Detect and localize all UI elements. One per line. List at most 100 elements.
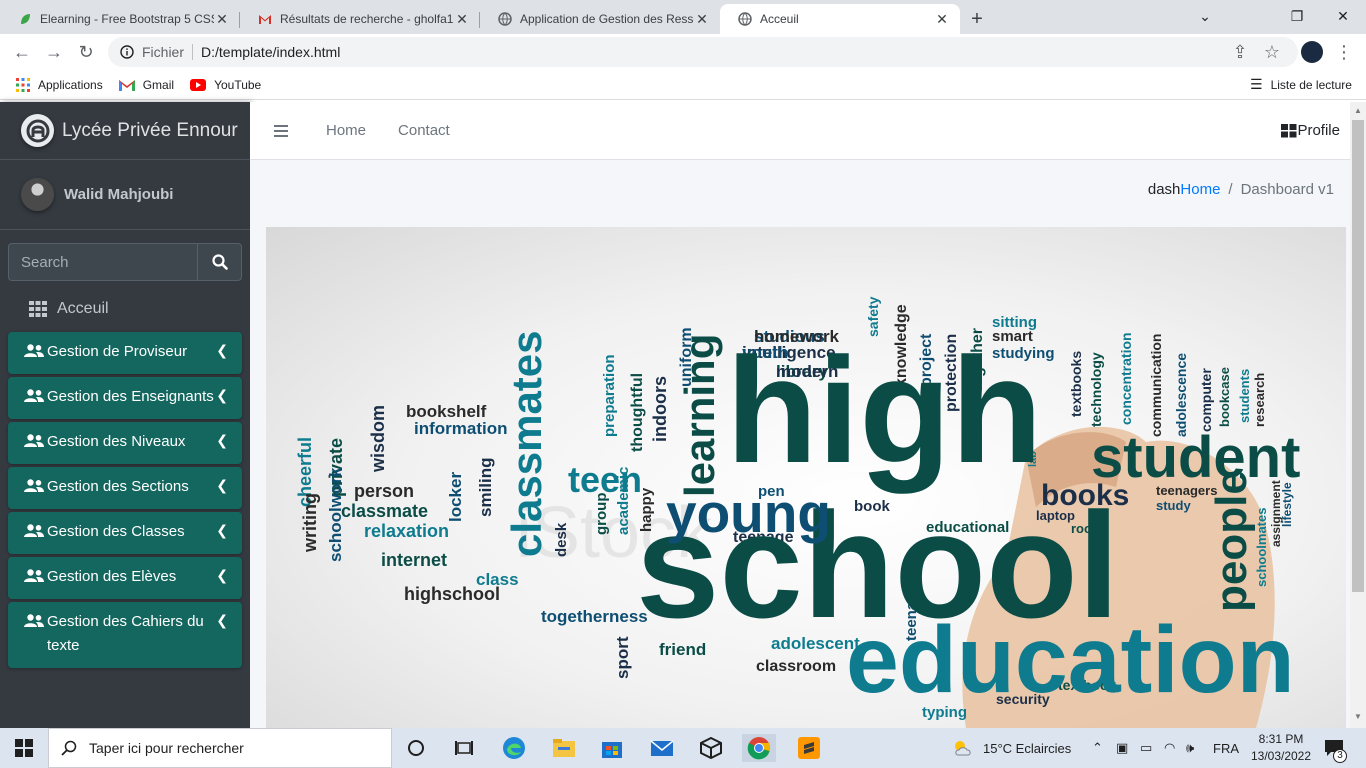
- browser-tab-4[interactable]: Acceuil ✕: [720, 4, 960, 34]
- word-cloud-word: students: [1237, 369, 1252, 423]
- unity-icon[interactable]: [697, 734, 725, 762]
- word-cloud-word: locker: [446, 472, 465, 522]
- word-cloud-word: information: [414, 419, 508, 438]
- mail-icon[interactable]: [648, 734, 676, 762]
- windows-start-icon[interactable]: [10, 734, 38, 762]
- edge-icon[interactable]: [500, 734, 528, 762]
- nav-link-home[interactable]: Home: [326, 122, 366, 139]
- reload-icon[interactable]: ↻: [70, 36, 102, 68]
- browser-tab-3[interactable]: Application de Gestion des Resso ✕: [480, 4, 720, 34]
- scrollbar[interactable]: ▲ ▼: [1350, 102, 1366, 728]
- bookmark-label: YouTube: [214, 77, 262, 92]
- word-cloud-word: relaxation: [364, 521, 449, 541]
- users-icon: [24, 614, 44, 627]
- close-window-button[interactable]: ✕: [1320, 0, 1366, 32]
- star-icon[interactable]: ☆: [1256, 36, 1288, 68]
- word-cloud-word: technology: [1088, 352, 1104, 427]
- tray-chevron-up-icon[interactable]: ⌃: [1092, 728, 1103, 768]
- word-cloud-word: classroom: [756, 658, 836, 675]
- close-icon[interactable]: ✕: [694, 11, 710, 28]
- word-cloud: iStock studiousintelligencelibrarysafety…: [295, 296, 1300, 728]
- tray-volume-icon[interactable]: 🕪: [1186, 728, 1194, 768]
- user-panel[interactable]: Walid Mahjoubi: [0, 160, 250, 230]
- word-cloud-word: concentration: [1118, 332, 1134, 425]
- hamburger-menu-icon[interactable]: [274, 122, 288, 140]
- file-explorer-icon[interactable]: [550, 734, 578, 762]
- restore-window-button[interactable]: ❐: [1274, 0, 1320, 32]
- bookmark-label: Gmail: [142, 77, 175, 92]
- tray-battery-icon[interactable]: ▭: [1140, 728, 1152, 768]
- sidebar-item-cahiers[interactable]: Gestion des Cahiers du texte ❮: [8, 602, 242, 668]
- address-url: D:/template/index.html: [201, 44, 341, 60]
- gmail-icon: [259, 15, 271, 24]
- brand-link[interactable]: Lycée Privée Ennour: [0, 102, 250, 160]
- back-icon[interactable]: ←: [6, 36, 38, 68]
- notifications-icon[interactable]: 3: [1324, 728, 1347, 768]
- breadcrumb-home-link[interactable]: Home: [1180, 181, 1220, 198]
- tray-wifi-icon[interactable]: ◠: [1164, 728, 1175, 768]
- browser-tab-1[interactable]: Elearning - Free Bootstrap 5 CSS3 ✕: [0, 4, 240, 34]
- word-cloud-word: classmates: [503, 330, 550, 557]
- search-icon: [211, 254, 228, 270]
- close-icon[interactable]: ✕: [454, 11, 470, 28]
- chevron-left-icon: ❮: [216, 477, 228, 493]
- browser-toolbar: ← → ↻ Fichier D:/template/index.html ⇪ ☆…: [0, 34, 1366, 70]
- tab-title: Application de Gestion des Resso: [520, 12, 694, 26]
- address-bar[interactable]: Fichier D:/template/index.html: [108, 37, 1298, 67]
- grid-icon: [29, 301, 47, 317]
- sidebar-item-eleves[interactable]: Gestion des Elèves ❮: [8, 557, 242, 599]
- new-tab-button[interactable]: +: [960, 4, 994, 34]
- share-icon[interactable]: ⇪: [1224, 36, 1256, 68]
- close-icon[interactable]: ✕: [214, 11, 230, 28]
- taskbar-search-box[interactable]: Taper ici pour rechercher: [48, 728, 392, 768]
- sublime-text-icon[interactable]: [795, 734, 823, 762]
- clock[interactable]: 8:31 PM 13/03/2022: [1246, 731, 1316, 765]
- sidebar-item-sections[interactable]: Gestion des Sections ❮: [8, 467, 242, 509]
- info-icon[interactable]: [120, 45, 134, 59]
- clock-date: 13/03/2022: [1250, 749, 1312, 763]
- sidebar-item-niveaux[interactable]: Gestion des Niveaux ❮: [8, 422, 242, 464]
- bookmarks-bar: Applications Gmail YouTube ☰ Liste de le…: [0, 70, 1366, 100]
- profile-avatar[interactable]: [1301, 41, 1323, 63]
- gmail-icon: [118, 79, 135, 91]
- bookmark-applications[interactable]: Applications: [16, 77, 103, 92]
- tab-search-icon[interactable]: ⌄: [1182, 0, 1228, 32]
- clock-time: 8:31 PM: [1258, 732, 1304, 746]
- task-view-icon[interactable]: [450, 734, 478, 762]
- close-icon[interactable]: ✕: [934, 11, 950, 28]
- bookmark-youtube[interactable]: YouTube: [190, 78, 261, 92]
- word-cloud-word: indoors: [650, 376, 670, 442]
- scroll-up-icon[interactable]: ▲: [1354, 106, 1362, 115]
- browser-tab-strip: Elearning - Free Bootstrap 5 CSS3 ✕ Résu…: [0, 0, 1366, 34]
- search-input[interactable]: [8, 243, 197, 281]
- search-icon: [61, 740, 77, 756]
- tray-network-icon[interactable]: ▣: [1116, 728, 1128, 768]
- word-cloud-word: writing: [300, 493, 320, 553]
- word-cloud-word: textbooks: [1068, 351, 1084, 417]
- cortana-icon[interactable]: [402, 734, 430, 762]
- sidebar-item-acceuil[interactable]: Acceuil: [8, 290, 242, 328]
- nav-link-contact[interactable]: Contact: [398, 122, 450, 139]
- tab-title: Elearning - Free Bootstrap 5 CSS3: [40, 12, 214, 26]
- chevron-left-icon: ❮: [216, 387, 228, 403]
- notification-count: 3: [1333, 749, 1347, 763]
- menu-icon[interactable]: ⋮: [1328, 36, 1360, 68]
- browser-tab-2[interactable]: Résultats de recherche - gholfa1S ✕: [240, 4, 480, 34]
- profile-link[interactable]: Profile: [1281, 122, 1340, 139]
- weather-widget[interactable]: 15°C Eclaircies: [952, 728, 1071, 768]
- sidebar-item-label: Gestion des Sections: [47, 478, 189, 495]
- word-cloud-word: teen: [568, 459, 642, 500]
- chevron-left-icon: ❮: [216, 522, 228, 538]
- forward-icon[interactable]: →: [38, 36, 70, 68]
- chrome-icon[interactable]: [742, 734, 776, 762]
- scroll-down-icon[interactable]: ▼: [1354, 712, 1362, 721]
- language-indicator[interactable]: FRA: [1213, 728, 1239, 768]
- scroll-thumb[interactable]: [1352, 120, 1364, 592]
- search-button[interactable]: [197, 243, 242, 281]
- bookmark-gmail[interactable]: Gmail: [118, 77, 175, 92]
- sidebar-item-classes[interactable]: Gestion des Classes ❮: [8, 512, 242, 554]
- store-icon[interactable]: [598, 734, 626, 762]
- sidebar-item-enseignants[interactable]: Gestion des Enseignants ❮: [8, 377, 242, 419]
- reading-list[interactable]: ☰ Liste de lecture: [1250, 76, 1352, 93]
- sidebar-item-proviseur[interactable]: Gestion de Proviseur ❮: [8, 332, 242, 374]
